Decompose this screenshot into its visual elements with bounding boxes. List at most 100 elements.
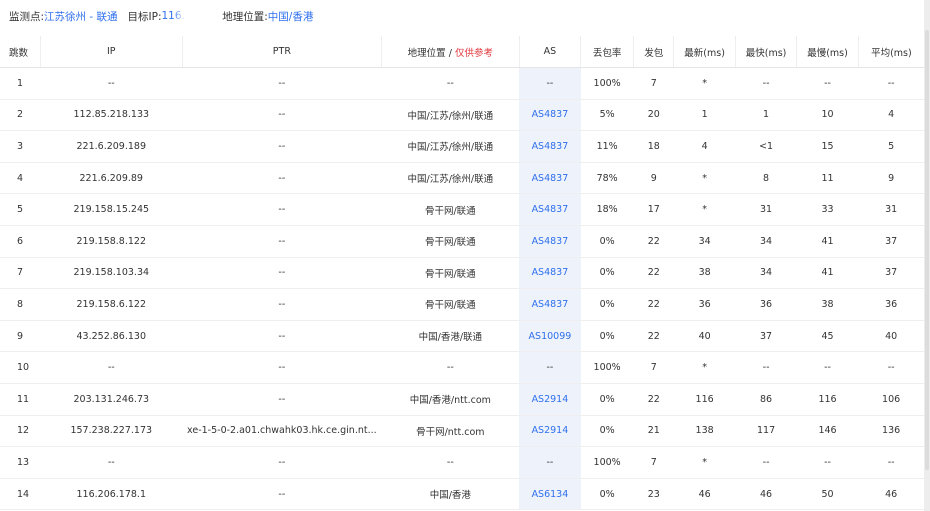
cell-as[interactable]: AS10099: [519, 320, 581, 353]
table-row: 2 112.85.218.133 -- 中国/江苏/徐州/联通 AS4837 5% 20 1 1…: [0, 99, 924, 132]
cell-hop: 7: [0, 257, 41, 290]
traceroute-page: 监测点: 江苏徐州 - 联通 目标IP: 116.20 地理位置: 中国/香港 …: [0, 0, 930, 511]
table-row: 13 -- -- -- -- 100% 7 * -- -- --: [0, 446, 924, 479]
cell-ptr: --: [182, 478, 382, 511]
cell-as[interactable]: AS6134: [519, 478, 581, 511]
table-row: 12 157.238.227.173 xe-1-5-0-2.a01.chwahk03…: [0, 415, 924, 448]
cell-as[interactable]: AS4837: [519, 130, 581, 163]
cell-as[interactable]: AS4837: [519, 288, 581, 321]
cell-last: 138: [673, 415, 736, 448]
cell-geo: --: [381, 446, 520, 479]
cell-sent: 23: [633, 478, 674, 511]
cell-ptr: --: [182, 383, 382, 416]
cell-as[interactable]: AS2914: [519, 415, 581, 448]
cell-worst: --: [796, 351, 859, 384]
cell-ip: 219.158.103.34: [40, 257, 183, 290]
cell-ptr: --: [182, 162, 382, 195]
cell-best: 1: [735, 99, 797, 132]
cell-avg: 37: [858, 257, 924, 290]
cell-geo: 骨干网/ntt.com: [381, 415, 520, 448]
col-header-geo: 地理位置 / 仅供参考: [380, 36, 520, 68]
cell-sent: 7: [633, 446, 674, 479]
cell-avg: 136: [858, 415, 924, 448]
scrollbar-thumb[interactable]: [925, 30, 929, 470]
cell-ip: 219.158.8.122: [40, 225, 183, 258]
cell-loss: 100%: [580, 67, 634, 100]
cell-ptr: --: [182, 320, 382, 353]
cell-avg: --: [858, 351, 924, 384]
cell-ptr: --: [182, 225, 382, 258]
cell-as[interactable]: AS4837: [519, 225, 581, 258]
cell-ip: 43.252.86.130: [40, 320, 183, 353]
cell-sent: 22: [633, 257, 674, 290]
cell-hop: 8: [0, 288, 41, 321]
col-header-last: 最新(ms): [673, 36, 736, 68]
cell-avg: 5: [858, 130, 924, 163]
cell-sent: 9: [633, 162, 674, 195]
cell-loss: 0%: [580, 257, 634, 290]
cell-best: 46: [735, 478, 797, 511]
table-row: 9 43.252.86.130 -- 中国/香港/联通 AS10099 0% 22 40 37 4…: [0, 320, 924, 353]
cell-best: <1: [735, 130, 797, 163]
cell-ptr: --: [182, 99, 382, 132]
vertical-scrollbar[interactable]: [924, 0, 930, 511]
cell-best: 34: [735, 225, 797, 258]
cell-loss: 5%: [580, 99, 634, 132]
col-header-best: 最快(ms): [734, 36, 797, 68]
cell-as[interactable]: AS2914: [519, 383, 581, 416]
cell-worst: 10: [796, 99, 859, 132]
cell-loss: 0%: [580, 320, 634, 353]
cell-ptr: xe-1-5-0-2.a01.chwahk03.hk.ce.gin.nt...: [182, 415, 382, 448]
cell-last: *: [673, 446, 736, 479]
table-row: 7 219.158.103.34 -- 骨干网/联通 AS4837 0% 22 38 34 41 3…: [0, 257, 924, 290]
cell-avg: 46: [858, 478, 924, 511]
cell-hop: 14: [0, 478, 41, 511]
cell-as[interactable]: AS4837: [519, 99, 581, 132]
col-header-hop: 跳数: [0, 36, 41, 68]
cell-geo: --: [381, 351, 520, 384]
col-header-ptr: PTR: [181, 36, 382, 68]
cell-hop: 12: [0, 415, 41, 448]
cell-as[interactable]: AS4837: [519, 257, 581, 290]
cell-ptr: --: [182, 288, 382, 321]
col-header-sent: 发包: [633, 36, 674, 68]
cell-ip: 221.6.209.89: [40, 162, 183, 195]
table-header-row: 跳数 IP PTR 地理位置 / 仅供参考 AS 丢包率 发包 最新(ms) 最…: [0, 36, 924, 68]
cell-loss: 11%: [580, 130, 634, 163]
cell-ptr: --: [182, 446, 382, 479]
cell-last: *: [673, 193, 736, 226]
cell-sent: 22: [633, 320, 674, 353]
cell-avg: 31: [858, 193, 924, 226]
cell-last: *: [673, 67, 736, 100]
col-header-geo-label: 地理位置: [407, 47, 446, 59]
cell-last: 116: [673, 383, 736, 416]
cell-last: 40: [673, 320, 736, 353]
cell-ip: 112.85.218.133: [40, 99, 183, 132]
cell-sent: 18: [633, 130, 674, 163]
cell-ptr: --: [182, 257, 382, 290]
cell-as[interactable]: AS4837: [519, 162, 581, 195]
cell-ip: 116.206.178.1: [40, 478, 183, 511]
cell-worst: 33: [796, 193, 859, 226]
ip-redaction-mask: [172, 10, 213, 22]
cell-best: --: [735, 446, 797, 479]
cell-as: --: [519, 446, 581, 479]
cell-geo: 中国/江苏/徐州/联通: [381, 162, 520, 195]
cell-best: 31: [735, 193, 797, 226]
monitor-point-value[interactable]: 江苏徐州 - 联通: [44, 9, 117, 24]
cell-avg: 36: [858, 288, 924, 321]
target-ip-label: 目标IP:: [127, 10, 162, 23]
cell-ptr: --: [182, 67, 382, 100]
cell-geo: 中国/香港: [381, 478, 520, 511]
cell-ptr: --: [182, 193, 382, 226]
col-header-avg: 平均(ms): [857, 36, 924, 68]
cell-geo: 中国/香港/联通: [381, 320, 520, 353]
table-row: 8 219.158.6.122 -- 骨干网/联通 AS4837 0% 22 36 36 38 36: [0, 288, 924, 321]
cell-loss: 0%: [580, 288, 634, 321]
cell-last: *: [673, 162, 736, 195]
cell-hop: 11: [0, 383, 41, 416]
monitor-point-label: 监测点:: [9, 10, 45, 23]
cell-as[interactable]: AS4837: [519, 193, 581, 226]
cell-hop: 3: [0, 130, 41, 163]
cell-geo: 骨干网/联通: [381, 193, 520, 226]
